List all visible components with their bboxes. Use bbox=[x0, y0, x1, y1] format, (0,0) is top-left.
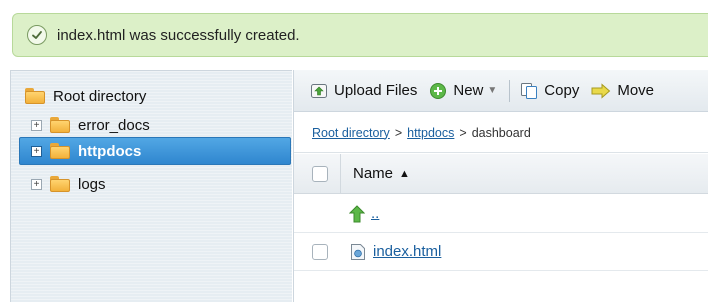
folder-icon bbox=[50, 176, 70, 192]
tree-item-label: error_docs bbox=[78, 116, 150, 134]
table-row: index.html bbox=[294, 233, 708, 271]
arrow-right-icon bbox=[591, 82, 611, 99]
upload-icon bbox=[310, 82, 328, 100]
folder-icon bbox=[50, 117, 70, 133]
tree-item-label: logs bbox=[78, 175, 106, 193]
breadcrumb: Root directory > httpdocs > dashboard bbox=[294, 113, 708, 153]
html-file-icon bbox=[350, 243, 366, 261]
tree-item-error-docs[interactable]: + error_docs bbox=[31, 112, 150, 138]
copy-label: Copy bbox=[544, 82, 580, 99]
column-divider bbox=[340, 153, 341, 194]
move-label: Move bbox=[617, 82, 655, 99]
row-checkbox[interactable] bbox=[312, 243, 328, 260]
move-button[interactable]: Move bbox=[591, 82, 654, 99]
breadcrumb-httpdocs-link[interactable]: httpdocs bbox=[407, 126, 454, 140]
success-alert: index.html was successfully created. bbox=[12, 13, 708, 57]
tree-item-label: httpdocs bbox=[78, 142, 142, 160]
sort-ascending-icon: ▲ bbox=[399, 167, 410, 180]
chevron-down-icon: ▼ bbox=[487, 85, 498, 96]
breadcrumb-separator: > bbox=[394, 125, 403, 140]
up-arrow-icon bbox=[349, 204, 365, 223]
tree-root-directory[interactable]: Root directory bbox=[25, 83, 146, 109]
tree-item-logs[interactable]: + logs bbox=[31, 171, 106, 197]
breadcrumb-root-link[interactable]: Root directory bbox=[312, 126, 390, 140]
expand-icon[interactable]: + bbox=[31, 178, 42, 190]
tree-item-httpdocs[interactable]: + httpdocs bbox=[19, 137, 291, 165]
name-header-label: Name bbox=[353, 165, 394, 182]
folder-icon bbox=[50, 143, 70, 159]
tree-root-label: Root directory bbox=[53, 87, 147, 105]
plus-circle-icon bbox=[429, 82, 447, 100]
alert-message: index.html was successfully created. bbox=[57, 26, 300, 44]
copy-icon bbox=[520, 82, 538, 100]
new-label: New bbox=[453, 82, 484, 99]
toolbar: Upload Files New ▼ Copy Move bbox=[294, 70, 708, 112]
parent-directory-row[interactable]: .. bbox=[294, 195, 708, 233]
toolbar-divider bbox=[509, 79, 511, 102]
file-manager-main: Upload Files New ▼ Copy Move Root direct… bbox=[293, 70, 708, 302]
folder-icon bbox=[25, 88, 45, 104]
upload-files-label: Upload Files bbox=[334, 82, 418, 99]
expand-icon[interactable]: + bbox=[31, 145, 42, 157]
select-all-checkbox[interactable] bbox=[312, 165, 328, 182]
table-header: Name ▲ bbox=[294, 153, 708, 194]
breadcrumb-separator: > bbox=[459, 125, 467, 140]
folder-tree: Root directory + error_docs + httpdocs +… bbox=[10, 70, 292, 302]
upload-files-button[interactable]: Upload Files bbox=[310, 82, 417, 100]
expand-icon[interactable]: + bbox=[31, 119, 42, 131]
breadcrumb-current: dashboard bbox=[471, 125, 531, 140]
copy-button[interactable]: Copy bbox=[520, 82, 579, 100]
file-name-link[interactable]: index.html bbox=[373, 243, 441, 260]
name-column-header[interactable]: Name ▲ bbox=[353, 165, 410, 182]
parent-directory-link[interactable]: .. bbox=[371, 205, 379, 222]
new-button[interactable]: New ▼ bbox=[429, 82, 497, 100]
check-circle-icon bbox=[27, 25, 47, 45]
